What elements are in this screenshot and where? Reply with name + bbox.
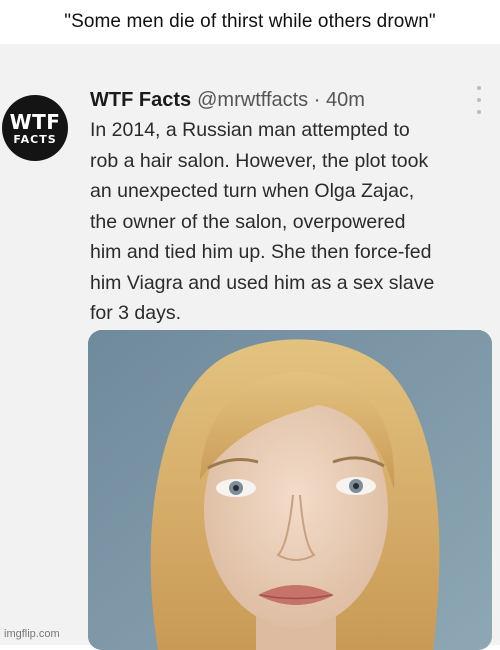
tweet-text-line: him and tied him up. She then force-fed [90,241,432,263]
tweet-text-line: an unexpected turn when Olga Zajac, [90,180,415,202]
tweet-text: In 2014, a Russian man attempted to rob … [90,115,490,329]
meme-caption: "Some men die of thirst while others dro… [0,0,500,44]
author-name[interactable]: WTF Facts [90,89,191,112]
tweet-text-line: for 3 days. [90,302,182,324]
vertical-ellipsis-icon[interactable] [474,86,484,114]
avatar-logo-line1: WTF [9,109,61,134]
avatar-logo-line2: FACTS [13,132,57,146]
tweet-text-line: the owner of the salon, overpowered [90,210,406,233]
author-handle-time[interactable]: @mrwtffacts · 40m [197,89,365,112]
tweet-text-line: rob a hair salon. However, the plot took [90,149,429,172]
portrait-illustration [88,330,492,650]
imgflip-watermark: imgflip.com [4,628,60,640]
tweet-photo[interactable] [88,330,492,650]
tweet-header: WTF Facts @mrwtffacts · 40m [90,85,470,115]
wtf-facts-avatar[interactable]: WTF FACTS [2,95,68,161]
tweet-text-line: him Viagra and used him as a sex slave [90,271,435,294]
tweet-text-line: In 2014, a Russian man attempted to [90,119,410,141]
